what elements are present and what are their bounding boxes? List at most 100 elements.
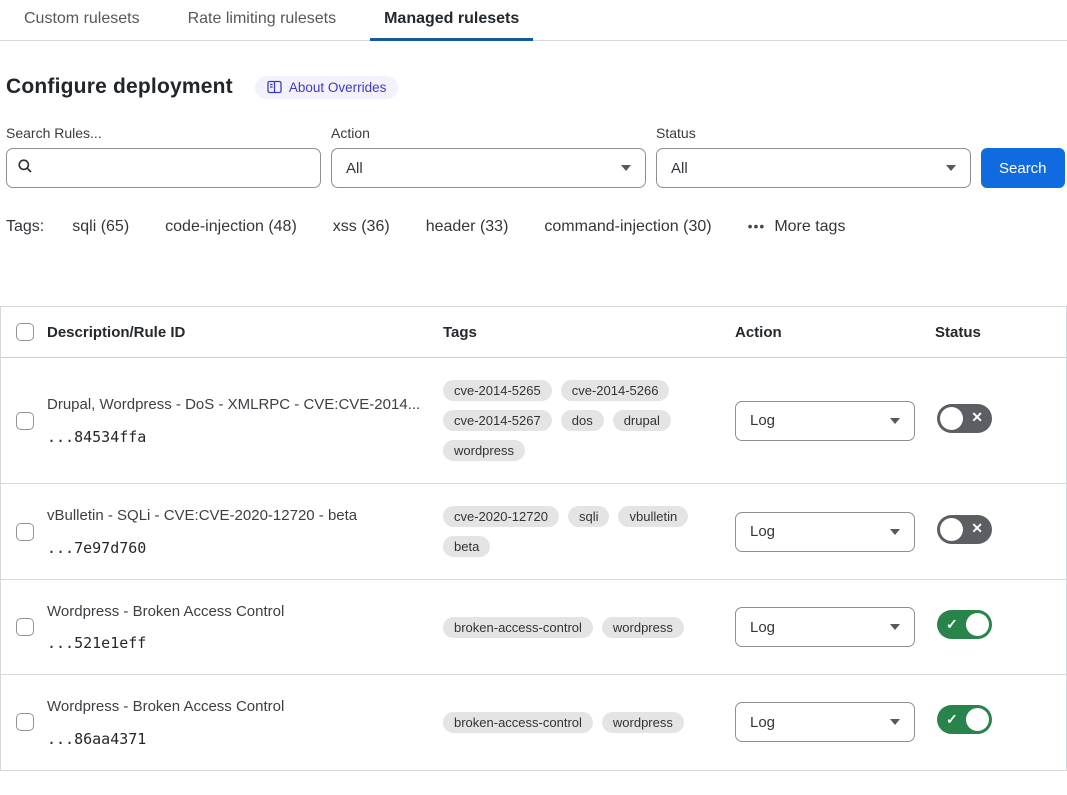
rule-action-select[interactable]: Log bbox=[735, 401, 915, 441]
tag-filter-link[interactable]: command-injection (30) bbox=[544, 218, 711, 235]
action-filter-label: Action bbox=[331, 125, 646, 141]
toggle-knob bbox=[940, 518, 963, 541]
rule-action-value: Log bbox=[750, 412, 775, 429]
row-checkbox[interactable] bbox=[16, 713, 34, 731]
table-row: Wordpress - Broken Access Control ...521… bbox=[1, 580, 1066, 675]
toggle-state-icon: ✓ bbox=[946, 616, 958, 633]
tab-rate-limiting-rulesets[interactable]: Rate limiting rulesets bbox=[174, 0, 351, 40]
tag-pill: cve-2020-12720 bbox=[443, 506, 559, 527]
select-all-checkbox[interactable] bbox=[16, 323, 34, 341]
tag-filter-link[interactable]: xss (36) bbox=[333, 218, 390, 235]
tag-filter-link[interactable]: header (33) bbox=[426, 218, 509, 235]
chevron-down-icon bbox=[890, 719, 900, 725]
rule-id: ...7e97d760 bbox=[47, 539, 427, 557]
chevron-down-icon bbox=[946, 165, 956, 171]
tag-pill: drupal bbox=[613, 410, 671, 431]
tag-pill: dos bbox=[561, 410, 604, 431]
rule-status-toggle[interactable]: ✓ bbox=[937, 610, 992, 639]
search-label: Search Rules... bbox=[6, 125, 321, 141]
status-filter-select[interactable]: All bbox=[656, 148, 971, 188]
rule-description: Drupal, Wordpress - DoS - XMLRPC - CVE:C… bbox=[47, 395, 427, 415]
table-row: vBulletin - SQLi - CVE:CVE-2020-12720 - … bbox=[1, 484, 1066, 580]
row-checkbox[interactable] bbox=[16, 618, 34, 636]
more-tags-button[interactable]: ••• More tags bbox=[748, 218, 846, 236]
tag-pill: beta bbox=[443, 536, 490, 557]
tags-label: Tags: bbox=[6, 218, 44, 236]
rule-action-select[interactable]: Log bbox=[735, 607, 915, 647]
tag-pill: broken-access-control bbox=[443, 712, 593, 733]
rule-description: Wordpress - Broken Access Control bbox=[47, 697, 427, 717]
tag-pill: wordpress bbox=[602, 712, 684, 733]
column-header-description: Description/Rule ID bbox=[47, 324, 443, 341]
tag-links: sqli (65) code-injection (48) xss (36) head… bbox=[72, 218, 747, 236]
toggle-state-icon: ✕ bbox=[971, 520, 983, 537]
rule-tags: broken-access-control wordpress bbox=[443, 712, 723, 733]
tag-pill: vbulletin bbox=[618, 506, 688, 527]
book-icon bbox=[267, 80, 282, 94]
toggle-knob bbox=[966, 708, 989, 731]
tag-pill: cve-2014-5265 bbox=[443, 380, 552, 401]
rule-id: ...521e1eff bbox=[47, 634, 427, 652]
filter-bar: Search Rules... Action All Status bbox=[6, 125, 1061, 188]
table-body: Drupal, Wordpress - DoS - XMLRPC - CVE:C… bbox=[1, 358, 1066, 771]
tags-row: Tags: sqli (65) code-injection (48) xss (3… bbox=[6, 218, 1061, 236]
rule-action-value: Log bbox=[750, 523, 775, 540]
rule-action-value: Log bbox=[750, 714, 775, 731]
ruleset-tabs: Custom rulesets Rate limiting rulesets M… bbox=[0, 0, 1067, 41]
chevron-down-icon bbox=[621, 165, 631, 171]
table-header-row: Description/Rule ID Tags Action Status bbox=[1, 307, 1066, 358]
tag-pill: wordpress bbox=[602, 617, 684, 638]
page-title: Configure deployment bbox=[6, 75, 233, 99]
more-tags-label: More tags bbox=[774, 218, 845, 236]
rule-action-value: Log bbox=[750, 619, 775, 636]
tab-managed-rulesets[interactable]: Managed rulesets bbox=[370, 0, 533, 40]
rule-action-select[interactable]: Log bbox=[735, 512, 915, 552]
search-input[interactable] bbox=[41, 160, 310, 177]
tag-pill: cve-2014-5266 bbox=[561, 380, 670, 401]
search-field: Search Rules... bbox=[6, 125, 321, 188]
heading-row: Configure deployment About Overrides bbox=[6, 75, 1067, 99]
table-row: Drupal, Wordpress - DoS - XMLRPC - CVE:C… bbox=[1, 358, 1066, 484]
table-row: Wordpress - Broken Access Control ...86a… bbox=[1, 675, 1066, 770]
rule-tags: broken-access-control wordpress bbox=[443, 617, 723, 638]
toggle-state-icon: ✓ bbox=[946, 711, 958, 728]
rule-tags: cve-2014-5265 cve-2014-5266 cve-2014-5267 d… bbox=[443, 380, 723, 461]
column-header-status: Status bbox=[935, 324, 1066, 341]
action-filter-field: Action All bbox=[331, 125, 646, 188]
column-header-tags: Tags bbox=[443, 324, 735, 341]
chevron-down-icon bbox=[890, 529, 900, 535]
rule-status-toggle[interactable]: ✕ bbox=[937, 515, 992, 544]
search-icon bbox=[17, 158, 33, 179]
tag-filter-link[interactable]: code-injection (48) bbox=[165, 218, 297, 235]
column-header-action: Action bbox=[735, 324, 935, 341]
rule-id: ...86aa4371 bbox=[47, 730, 427, 748]
managed-rulesets-page: Custom rulesets Rate limiting rulesets M… bbox=[0, 0, 1067, 771]
status-filter-field: Status All bbox=[656, 125, 971, 188]
tag-pill: wordpress bbox=[443, 440, 525, 461]
tag-pill: cve-2014-5267 bbox=[443, 410, 552, 431]
tag-filter-link[interactable]: sqli (65) bbox=[72, 218, 129, 235]
toggle-state-icon: ✕ bbox=[971, 409, 983, 426]
search-input-wrap[interactable] bbox=[6, 148, 321, 188]
action-filter-select[interactable]: All bbox=[331, 148, 646, 188]
toggle-knob bbox=[940, 407, 963, 430]
rule-id: ...84534ffa bbox=[47, 428, 427, 446]
tag-pill: broken-access-control bbox=[443, 617, 593, 638]
rule-action-select[interactable]: Log bbox=[735, 702, 915, 742]
rule-description: Wordpress - Broken Access Control bbox=[47, 602, 427, 622]
ellipsis-icon: ••• bbox=[748, 218, 766, 234]
row-checkbox[interactable] bbox=[16, 412, 34, 430]
row-checkbox[interactable] bbox=[16, 523, 34, 541]
action-filter-value: All bbox=[346, 160, 363, 177]
chevron-down-icon bbox=[890, 624, 900, 630]
tag-pill: sqli bbox=[568, 506, 610, 527]
about-overrides-label: About Overrides bbox=[289, 80, 387, 95]
toggle-knob bbox=[966, 613, 989, 636]
search-button[interactable]: Search bbox=[981, 148, 1065, 188]
rule-status-toggle[interactable]: ✕ bbox=[937, 404, 992, 433]
rule-status-toggle[interactable]: ✓ bbox=[937, 705, 992, 734]
about-overrides-link[interactable]: About Overrides bbox=[255, 76, 399, 99]
chevron-down-icon bbox=[890, 418, 900, 424]
rules-table: Description/Rule ID Tags Action Status D… bbox=[0, 306, 1067, 771]
tab-custom-rulesets[interactable]: Custom rulesets bbox=[10, 0, 154, 40]
